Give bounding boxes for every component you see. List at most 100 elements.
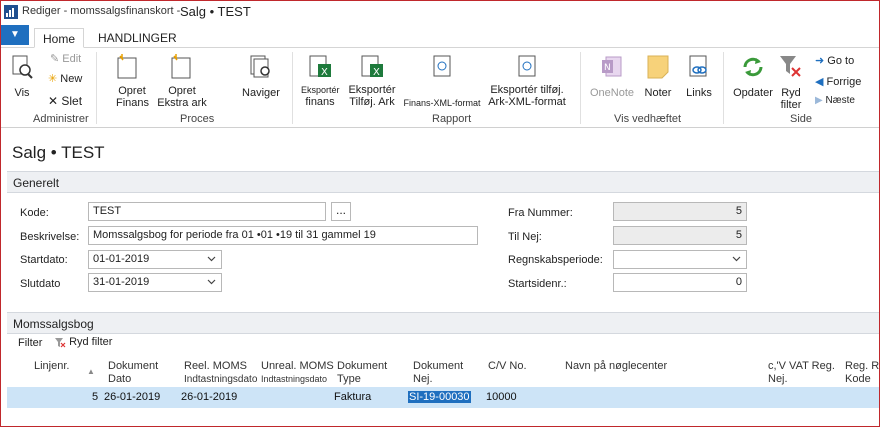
slet-button[interactable]: ✕ Slet	[48, 95, 82, 107]
chevron-down-icon[interactable]	[207, 254, 216, 263]
svg-text:N: N	[604, 63, 611, 73]
cell-linjenr[interactable]: 5	[92, 391, 98, 403]
regnskabsperiode-label: Regnskabsperiode:	[508, 254, 603, 266]
group-label-vis-vedhaeftet: Vis vedhæftet	[614, 113, 682, 125]
opret-finans-button[interactable]: Opret Finans	[116, 54, 150, 109]
goto-label: Go to	[827, 55, 855, 67]
slet-label: Slet	[61, 94, 83, 108]
col-header-reel-moms[interactable]: Reel. MOMS Indtastningsdato	[184, 360, 257, 386]
col-header-line: Dato	[108, 373, 132, 385]
link-icon	[689, 55, 707, 77]
ryd-filter-ribbon-button[interactable]: Ryd filter	[778, 54, 804, 111]
eksporter-finans-label-1: Eksportér	[301, 85, 340, 95]
view-icon	[12, 55, 33, 79]
onenote-button[interactable]: N OneNote	[588, 54, 636, 99]
eksporter-finans-button[interactable]: X Eksportér finans	[301, 54, 340, 108]
chevron-down-icon[interactable]	[732, 254, 741, 263]
group-label-side: Side	[790, 113, 813, 125]
col-header-dokument-nej[interactable]: Dokument Nej.	[413, 360, 463, 386]
ryd-filter-button[interactable]: Ryd filter	[54, 336, 112, 348]
cell-dokument-type[interactable]: Faktura	[334, 391, 371, 403]
edit-button[interactable]: ✎ Edit	[50, 53, 81, 65]
startsidenr-field[interactable]: 0	[613, 273, 747, 292]
cell-cv-no[interactable]: 10000	[486, 391, 517, 403]
delete-icon: ✕	[48, 94, 62, 108]
fra-nummer-field: 5	[613, 202, 747, 221]
note-icon	[647, 55, 669, 79]
col-header-linjenr[interactable]: Linjenr.	[34, 360, 69, 373]
kode-field[interactable]: TEST	[88, 202, 326, 221]
eksporter-xml-button[interactable]: Eksportér tilføj. Ark-XML-format	[487, 54, 567, 108]
opdater-button[interactable]: Opdater	[732, 54, 774, 99]
slutdato-value: 31-01-2019	[93, 276, 150, 288]
ryd-filter-label-2: filter	[780, 99, 802, 111]
excel-icon: X	[309, 55, 331, 78]
beskrivelse-field[interactable]: Momssalgsbog for periode fra 01 •01 •19 …	[88, 226, 478, 245]
eksporter-finans-label-2: finans	[305, 96, 335, 108]
finans-xml-button[interactable]: Finans-XML-format	[400, 54, 484, 109]
create-sheet-icon	[171, 54, 191, 79]
tab-home[interactable]: Home	[34, 28, 85, 48]
til-nej-label: Til Nej:	[508, 231, 542, 243]
arrow-right-icon: ➜	[815, 55, 828, 67]
col-header-cv-no[interactable]: C/V No.	[488, 360, 527, 373]
eksporter-tilfoj-label-1: Eksportér	[348, 84, 396, 96]
col-header-line: Reel. MOMS	[184, 360, 247, 372]
col-header-unreal-moms[interactable]: Unreal. MOMS Indtastningsdato	[261, 360, 334, 386]
xml-document-icon	[518, 55, 536, 77]
svg-text:X: X	[321, 67, 328, 78]
opret-finans-label-2: Finans	[116, 97, 150, 109]
startsidenr-label: Startsidenr.:	[508, 278, 567, 290]
cell-dokument-dato[interactable]: 26-01-2019	[104, 391, 160, 403]
col-header-dokument-dato[interactable]: Dokument Dato	[108, 360, 158, 386]
onenote-label: OneNote	[589, 87, 635, 99]
file-menu-button[interactable]: ▼	[1, 25, 29, 45]
slutdato-field[interactable]: 31-01-2019	[88, 273, 222, 292]
eksporter-tilfoj-ark-button[interactable]: X Eksportér Tilføj. Ark	[346, 54, 398, 108]
edit-label: Edit	[62, 53, 82, 65]
startdato-label: Startdato:	[20, 254, 68, 266]
navigate-icon	[250, 55, 270, 78]
naviger-label: Naviger	[242, 87, 280, 99]
sort-ascending-icon[interactable]: ▲	[87, 365, 95, 378]
col-header-line: Kode	[845, 373, 871, 385]
col-header-navn[interactable]: Navn på nøglecenter	[565, 360, 667, 373]
ryd-filter-label-1: Ryd	[781, 87, 801, 99]
col-header-vat-reg[interactable]: c,'V VAT Reg. Nej.	[768, 360, 835, 386]
regnskabsperiode-field[interactable]	[613, 250, 747, 269]
vis-button[interactable]: Vis	[10, 54, 34, 99]
links-button[interactable]: Links	[684, 54, 714, 99]
triangle-right-icon: ▶	[815, 95, 826, 106]
fasttab-momssalgsbog[interactable]: Momssalgsbog	[7, 312, 880, 334]
opret-finans-label-1: Opret	[118, 85, 146, 97]
fasttab-generelt[interactable]: Generelt	[7, 171, 880, 193]
opdater-label: Opdater	[733, 87, 773, 99]
chevron-down-icon[interactable]	[207, 277, 216, 286]
til-nej-field: 5	[613, 226, 747, 245]
col-header-dokument-type[interactable]: Dokument Type	[337, 360, 387, 386]
naviger-button[interactable]: Naviger	[242, 54, 280, 99]
col-header-reg-kode[interactable]: Reg. Re Kode	[845, 360, 880, 386]
kode-lookup-button[interactable]: ...	[331, 202, 351, 221]
links-label: Links	[686, 87, 712, 99]
excel-icon: X	[361, 55, 383, 78]
xml-document-icon	[433, 55, 451, 77]
filter-button[interactable]: Filter	[18, 337, 42, 349]
vis-label: Vis	[14, 87, 30, 99]
window-subtitle: Salg • TEST	[180, 4, 251, 19]
tab-handlinger[interactable]: HANDLINGER	[90, 28, 185, 48]
group-label-rapport: Rapport	[432, 113, 472, 125]
noter-button[interactable]: Noter	[642, 54, 674, 99]
goto-button[interactable]: ➜ Go to	[815, 54, 854, 67]
new-button[interactable]: ✳ New	[48, 73, 82, 85]
cell-reel-dato[interactable]: 26-01-2019	[181, 391, 237, 403]
group-label-administrer: Administrer	[33, 113, 89, 125]
naeste-button[interactable]: ▶ Næste	[815, 95, 855, 106]
app-logo-icon	[4, 5, 18, 19]
forrige-button[interactable]: ◀ Forrige	[815, 75, 861, 88]
new-icon: ✳	[48, 73, 61, 85]
startdato-field[interactable]: 01-01-2019	[88, 250, 222, 269]
cell-dokument-nej[interactable]: SI-19-00030	[408, 391, 471, 403]
opret-ekstra-ark-button[interactable]: Opret Ekstra ark	[156, 54, 208, 109]
fasttab-momssalgsbog-label: Momssalgsbog	[13, 317, 94, 331]
